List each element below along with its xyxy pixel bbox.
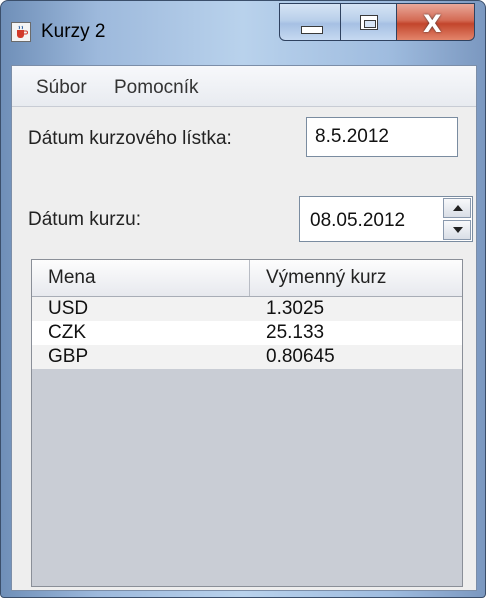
menu-item-pomocnik[interactable]: Pomocník: [114, 77, 198, 99]
column-header-vymenny-kurz[interactable]: Výmenný kurz: [250, 260, 462, 296]
maximize-button[interactable]: [341, 3, 397, 41]
spinner-down-button[interactable]: [443, 220, 471, 240]
cell-rate: 25.133: [266, 322, 325, 343]
table-row[interactable]: CZK 25.133: [32, 321, 462, 345]
close-button[interactable]: X: [397, 3, 475, 41]
rate-date-spinner[interactable]: 08.05.2012: [299, 196, 473, 242]
table-row[interactable]: GBP 0.80645: [32, 345, 462, 369]
cell-currency: USD: [48, 298, 89, 319]
column-header-mena[interactable]: Mena: [32, 260, 250, 296]
minimize-button[interactable]: [279, 3, 341, 41]
table-header: Mena Výmenný kurz: [32, 260, 462, 297]
window-title: Kurzy 2: [41, 21, 106, 42]
arrow-down-icon: [453, 227, 463, 233]
application-window: Kurzy 2 X Súbor Pomocník Dátum kurzového…: [0, 0, 486, 598]
table-row[interactable]: USD 1.3025: [32, 297, 462, 321]
title-bar[interactable]: Kurzy 2 X: [1, 1, 485, 59]
minimize-icon: [301, 26, 323, 34]
cell-currency: GBP: [48, 346, 89, 367]
menu-item-subor[interactable]: Súbor: [36, 77, 87, 99]
cell-rate: 1.3025: [266, 298, 325, 319]
table-body: USD 1.3025 CZK 25.133 GBP 0.80645: [32, 297, 462, 369]
java-cup-icon[interactable]: [11, 22, 31, 42]
cell-rate: 0.80645: [266, 346, 335, 367]
list-date-label: Dátum kurzového lístka:: [28, 128, 232, 149]
spinner-up-button[interactable]: [443, 198, 471, 218]
cell-currency: CZK: [48, 322, 86, 343]
window-controls: X: [279, 3, 475, 41]
arrow-up-icon: [453, 205, 463, 211]
rate-date-label: Dátum kurzu:: [28, 209, 141, 230]
spinner-buttons: [443, 198, 471, 240]
close-icon: X: [423, 10, 442, 38]
exchange-rate-table[interactable]: Mena Výmenný kurz USD 1.3025 CZK 25.133 …: [31, 259, 463, 587]
maximize-icon: [360, 15, 378, 30]
rate-date-value[interactable]: 08.05.2012: [310, 210, 405, 232]
list-date-input[interactable]: [306, 117, 458, 157]
menu-bar: Súbor Pomocník: [12, 66, 476, 107]
client-area: Súbor Pomocník Dátum kurzového lístka: D…: [11, 65, 477, 591]
